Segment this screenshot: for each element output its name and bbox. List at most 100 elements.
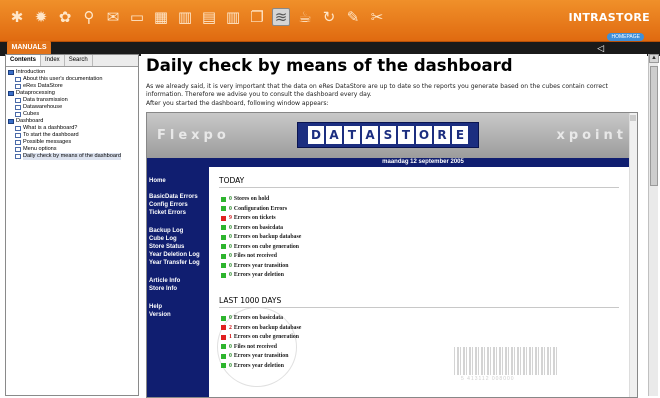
nav-link-cube-log[interactable]: Cube Log [149, 235, 177, 243]
tree-item[interactable]: Possible messages [8, 139, 136, 146]
status-label: Errors year transition [233, 262, 289, 269]
tree-item-label: Daily check by means of the dashboard [23, 153, 121, 160]
status-count: 0 [229, 272, 232, 278]
document-icon[interactable]: ▤ [200, 8, 218, 26]
nav-link-ticket-errors[interactable]: Ticket Errors [149, 209, 186, 217]
tree-item-label: What is a dashboard? [23, 125, 78, 131]
nav-link-article-info[interactable]: Article Info [149, 277, 180, 285]
scroll-thumb[interactable] [650, 66, 658, 186]
ok-status-icon [221, 234, 226, 240]
status-label: Errors year deletion [233, 272, 284, 278]
homepage-button[interactable]: HOMEPAGE [607, 33, 644, 41]
tree-item[interactable]: Daily check by means of the dashboard [8, 153, 136, 160]
status-row[interactable]: 0 Stores on hold [221, 195, 269, 203]
tree-item[interactable]: Menu options [8, 146, 136, 153]
nav-link-home[interactable]: Home [149, 177, 166, 185]
edit-icon[interactable]: ✎ [344, 8, 362, 26]
tree-item[interactable]: eRes DataStore [8, 83, 136, 90]
tree-item[interactable]: Dashboard [8, 118, 136, 125]
status-row[interactable]: 0 Errors on basicdata [221, 224, 283, 232]
status-row[interactable]: 1 Errors on cube generation [221, 333, 299, 341]
tools-icon[interactable]: ✂ [368, 8, 386, 26]
status-label: Errors on basicdata [233, 224, 284, 231]
status-row[interactable]: 0 Files not received [221, 343, 277, 351]
nav-link-year-transfer-log[interactable]: Year Transfer Log [149, 259, 200, 267]
page-icon [15, 126, 21, 131]
status-count: 0 [229, 253, 232, 259]
tab-search[interactable]: Search [65, 55, 93, 66]
status-row[interactable]: 0 Files not received [221, 252, 277, 260]
status-row[interactable]: 0 Errors on cube generation [221, 243, 299, 251]
monitor-icon[interactable]: ▭ [128, 8, 146, 26]
dashboard-scroll-thumb[interactable] [630, 115, 636, 121]
manuals-tab[interactable]: MANUALS [7, 41, 51, 54]
envelope-icon[interactable]: ✉ [104, 8, 122, 26]
nav-link-year-deletion-log[interactable]: Year Deletion Log [149, 251, 200, 259]
page-icon [15, 84, 21, 89]
nav-link-store-info[interactable]: Store Info [149, 285, 177, 293]
chart-icon[interactable]: ▥ [176, 8, 194, 26]
tree-item[interactable]: About this user's documentation [8, 76, 136, 83]
status-label: Errors on basicdata [233, 315, 284, 321]
ok-status-icon [221, 244, 226, 249]
star-icon[interactable]: ✱ [8, 8, 26, 26]
nav-link-help[interactable]: Help [149, 303, 162, 311]
columns-icon[interactable]: ▥ [224, 8, 242, 26]
tree-item[interactable]: Dataprocessing [8, 90, 136, 97]
status-label: Files not received [233, 343, 277, 350]
nav-link-backup-log[interactable]: Backup Log [149, 227, 183, 235]
copy-icon[interactable]: ❐ [248, 8, 266, 26]
status-row[interactable]: 9 Errors on tickets [221, 214, 276, 222]
status-row[interactable]: 0 Errors year transition [221, 352, 288, 360]
content-area: Daily check by means of the dashboard As… [141, 54, 647, 398]
status-label: Configuration Errors [233, 205, 288, 212]
stack-icon[interactable]: ≋ [272, 8, 290, 26]
tree-item-label: Datawarehouse [23, 104, 63, 110]
tab-index[interactable]: Index [41, 55, 65, 66]
ok-status-icon [221, 315, 226, 321]
status-label: Errors on cube generation [233, 243, 300, 250]
status-label: Errors year transition [233, 353, 289, 359]
nav-link-store-status[interactable]: Store Status [149, 243, 184, 251]
calendar-icon[interactable]: ▦ [152, 8, 170, 26]
status-row[interactable]: 0 Errors year deletion [221, 271, 284, 279]
ok-status-icon [221, 253, 226, 259]
status-row[interactable]: 0 Errors year deletion [221, 362, 284, 370]
nav-link-version[interactable]: Version [149, 311, 171, 319]
tree-item[interactable]: To start the dashboard [8, 132, 136, 139]
tree-item-label: Possible messages [23, 139, 72, 145]
logo-letter: D [308, 126, 324, 144]
toolbar-icons: ✱ ✹ ✿ ⚲ ✉ ▭ ▦ ▥ ▤ ▥ ❐ ≋ ☕ ↻ ✎ ✂ [8, 8, 386, 26]
header-right-text: xpoint [556, 128, 627, 143]
status-row[interactable]: 2 Errors on backup database [221, 324, 301, 332]
nav-link-config-errors[interactable]: Config Errors [149, 201, 188, 209]
status-row[interactable]: 0 Errors on basicdata [221, 314, 283, 322]
tree-item-label: Introduction [16, 69, 46, 75]
status-count: 0 [229, 205, 232, 212]
dashboard-scrollbar[interactable] [629, 113, 637, 397]
status-row[interactable]: 0 Errors year transition [221, 262, 288, 270]
ok-status-icon [221, 272, 226, 278]
refresh-icon[interactable]: ↻ [320, 8, 338, 26]
status-count: 0 [229, 353, 232, 359]
tree-item[interactable]: Datawarehouse [8, 104, 136, 111]
tree-item[interactable]: Data transmission [8, 97, 136, 104]
tab-contents[interactable]: Contents [6, 55, 41, 66]
status-count: 9 [229, 215, 232, 221]
status-label: Files not received [233, 253, 277, 259]
barcode-graphic [454, 347, 559, 375]
ok-status-icon [221, 353, 226, 359]
magnifier-icon[interactable]: ⚲ [80, 8, 98, 26]
tree-item[interactable]: What is a dashboard? [8, 125, 136, 132]
sun-icon[interactable]: ✹ [32, 8, 50, 26]
tree-item[interactable]: Introduction [8, 69, 136, 76]
cup-icon[interactable]: ☕ [296, 8, 314, 26]
nav-link-basicdata-errors[interactable]: BasicData Errors [149, 193, 198, 201]
tree-item-label: eRes DataStore [23, 83, 63, 89]
content-scrollbar[interactable]: ▲ [648, 54, 659, 396]
status-row[interactable]: 0 Configuration Errors [221, 205, 287, 213]
flower-icon[interactable]: ✿ [56, 8, 74, 26]
tree-item[interactable]: Cubes [8, 111, 136, 118]
status-row[interactable]: 0 Errors on backup database [221, 233, 301, 241]
scroll-up-icon[interactable]: ▲ [649, 54, 659, 63]
